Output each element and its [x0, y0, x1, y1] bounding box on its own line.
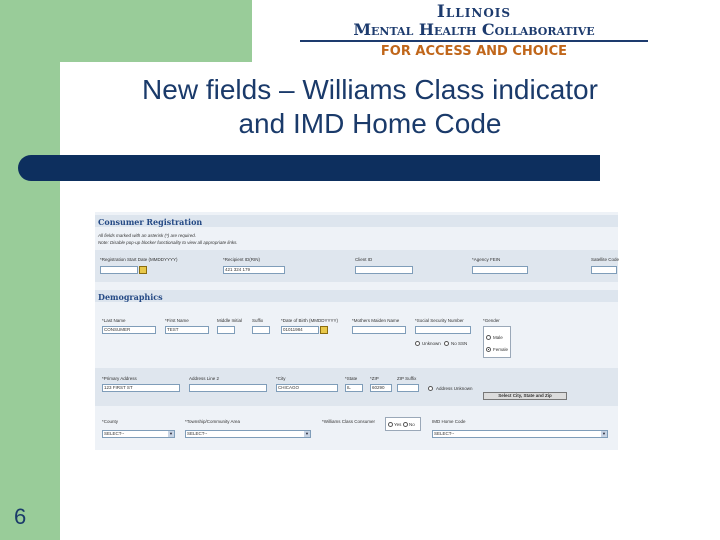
popup-blocker-note: Note: Disable pop-up blocker functionali…: [98, 240, 238, 245]
demographics-header: Demographics: [95, 290, 618, 302]
primary-address-field[interactable]: 123 FIRST ST: [102, 384, 180, 392]
williams-no-radio[interactable]: [403, 422, 408, 427]
city-label: *City: [276, 376, 286, 381]
logo-line-1: Illinois: [436, 2, 512, 22]
slide-title: New fields – Williams Class indicator an…: [70, 73, 670, 141]
title-underline-bar: [18, 155, 600, 181]
williams-no-label: No: [409, 422, 415, 427]
select-city-state-zip-button[interactable]: Select City, State and Zip: [483, 392, 567, 400]
address-line-2-label: Address Line 2: [189, 376, 220, 381]
state-field[interactable]: IL: [345, 384, 363, 392]
imd-home-code-label: IMD Home Code: [432, 419, 466, 424]
suffix-field[interactable]: [252, 326, 270, 334]
recipient-id-label: *Recipient ID(RIN): [223, 257, 261, 262]
start-date-label: *Registration Start Date (MMDDYYYY): [100, 257, 178, 262]
ssn-field[interactable]: [415, 326, 471, 334]
gender-female-label: Female: [493, 347, 509, 352]
dob-field[interactable]: 01011984: [281, 326, 319, 334]
williams-yes-radio[interactable]: [388, 422, 393, 427]
gender-group: Male Female: [483, 326, 511, 358]
williams-class-label: *Williams Class Consumer: [322, 419, 376, 424]
gender-label: *Gender: [483, 318, 500, 323]
mothers-maiden-name-label: *Mothers Maiden Name: [352, 318, 400, 323]
slide-title-line-2: and IMD Home Code: [238, 108, 502, 139]
calendar-icon[interactable]: [139, 266, 147, 274]
satellite-code-label: Satellite Code: [591, 257, 620, 262]
county-select[interactable]: SELECT-- ▼: [102, 430, 175, 438]
zip-suffix-label: ZIP Suffix: [397, 376, 417, 381]
slide-number: 6: [14, 504, 27, 529]
gender-female-radio[interactable]: [486, 347, 491, 352]
ssn-label: *Social Security Number: [415, 318, 464, 323]
client-id-field[interactable]: [355, 266, 413, 274]
client-id-label: Client ID: [355, 257, 373, 262]
address-unknown-label: Address Unknown: [436, 386, 473, 391]
mothers-maiden-name-field[interactable]: [352, 326, 406, 334]
recipient-id-field[interactable]: 421 324 179: [223, 266, 285, 274]
last-name-field[interactable]: CONSUMER: [102, 326, 156, 334]
agency-fein-field[interactable]: [472, 266, 528, 274]
slide-title-line-1: New fields – Williams Class indicator: [142, 74, 598, 105]
zip-suffix-field[interactable]: [397, 384, 419, 392]
dob-calendar-icon[interactable]: [320, 326, 328, 334]
first-name-field[interactable]: TEST: [165, 326, 209, 334]
no-ssn-label: No SSN: [451, 341, 468, 346]
suffix-label: Suffix: [252, 318, 264, 323]
gender-male-label: Male: [493, 335, 503, 340]
williams-yes-label: Yes: [394, 422, 402, 427]
start-date-field[interactable]: [100, 266, 138, 274]
form-screenshot: Consumer Registration All fields marked …: [95, 212, 620, 450]
no-ssn-radio[interactable]: [444, 341, 449, 346]
county-select-value: SELECT--: [104, 431, 125, 436]
city-field[interactable]: CHICAGO: [276, 384, 338, 392]
chevron-down-icon: ▼: [304, 431, 310, 437]
middle-initial-field[interactable]: [217, 326, 235, 334]
middle-initial-label: Middle Initial: [217, 318, 243, 323]
state-label: *State: [345, 376, 358, 381]
agency-fein-label: *Agency FEIN: [472, 257, 501, 262]
ssn-unknown-radio[interactable]: [415, 341, 420, 346]
logo-rule: [300, 40, 648, 42]
williams-class-group: Yes No: [385, 417, 421, 431]
address-line-2-field[interactable]: [189, 384, 267, 392]
primary-address-label: *Primary Address: [102, 376, 137, 381]
address-unknown-radio[interactable]: [428, 386, 433, 391]
last-name-label: *Last Name: [102, 318, 126, 323]
gender-male-radio[interactable]: [486, 335, 491, 340]
zip-field[interactable]: 60290: [370, 384, 392, 392]
chevron-down-icon: ▼: [168, 431, 174, 437]
logo-tagline: FOR ACCESS AND CHOICE: [380, 44, 568, 59]
chevron-down-icon: ▼: [601, 431, 607, 437]
required-fields-note: All fields marked with an asterisk (*) a…: [98, 233, 197, 238]
township-select[interactable]: SELECT-- ▼: [185, 430, 311, 438]
green-top-block: [60, 0, 252, 62]
logo-line-2: Mental Health Collaborative: [353, 20, 595, 39]
imd-home-code-select[interactable]: SELECT-- ▼: [432, 430, 608, 438]
county-label: *County: [102, 419, 119, 424]
imhc-logo: Illinois Mental Health Collaborative FOR…: [298, 2, 650, 62]
dob-label: *Date of Birth (MMDDYYYY): [281, 318, 339, 323]
imd-home-code-select-value: SELECT--: [434, 431, 455, 436]
consumer-registration-header: Consumer Registration: [95, 215, 618, 227]
satellite-code-field[interactable]: [591, 266, 617, 274]
green-side-rail: [0, 0, 60, 540]
township-select-value: SELECT--: [187, 431, 208, 436]
first-name-label: *First Name: [165, 318, 189, 323]
ssn-unknown-label: Unknown: [422, 341, 441, 346]
township-label: *Township/Community Area: [185, 419, 241, 424]
zip-label: *ZIP: [370, 376, 379, 381]
